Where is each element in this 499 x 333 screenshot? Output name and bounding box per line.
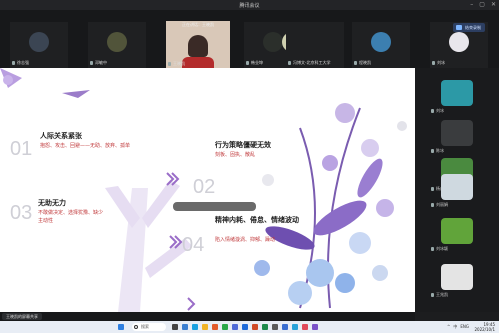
mic-icon — [90, 61, 93, 65]
item-number: 04 — [182, 234, 205, 256]
chevron-icon — [187, 297, 196, 311]
flower — [3, 75, 13, 85]
participant-tile[interactable] — [441, 218, 473, 244]
mic-icon — [12, 61, 15, 65]
active-speaker-tile[interactable]: 正在讲话：王晓凯 王晓凯 — [166, 21, 230, 69]
taskbar: 搜索 ^ 中 ENG 19:45 2022/10/1 — [0, 321, 499, 333]
search-input[interactable]: 搜索 — [132, 323, 166, 331]
participant-tile[interactable]: 程晓凯 — [352, 22, 410, 68]
record-button[interactable]: 结束录制 — [453, 23, 485, 32]
tray-item[interactable]: 中 — [453, 324, 457, 330]
clock-date: 2022/10/1 — [474, 327, 495, 332]
item-body: 抱怨、攻击、回避——无助、放弃、孤单 — [40, 143, 131, 149]
item-title: 行为策略僵硬无效 — [215, 141, 271, 149]
app-icon[interactable] — [292, 324, 298, 330]
item-title: 无助无力 — [38, 199, 66, 207]
item-title: 精神内耗、倦怠、情绪波动 — [215, 216, 299, 224]
search-icon — [134, 325, 138, 329]
mic-icon — [431, 293, 434, 297]
participant-name: 刘冰 — [431, 108, 444, 114]
word-icon[interactable] — [242, 324, 248, 330]
widgets-icon[interactable] — [182, 324, 188, 330]
app-icon[interactable] — [272, 324, 278, 330]
item-body: 陷入情绪漩涡、抑郁、躁动 — [215, 237, 276, 243]
participant-tile[interactable]: 邓敏中 — [88, 22, 146, 68]
powerpoint-icon[interactable] — [252, 324, 258, 330]
participant-name: 冯博文-北京科工大学 — [288, 60, 330, 66]
participant-tile[interactable]: 冯博文-北京科工大学 — [286, 22, 344, 68]
start-icon[interactable] — [118, 324, 124, 330]
participant-tile[interactable] — [441, 264, 473, 290]
avatar — [449, 32, 469, 52]
avatar — [107, 32, 127, 52]
mic-icon — [354, 61, 357, 65]
edge-icon[interactable] — [192, 324, 198, 330]
mic-icon — [288, 61, 291, 65]
flower-bouquet — [254, 103, 407, 309]
task-view-icon[interactable] — [172, 324, 178, 330]
participant-column: 刘冰 陈冰 杨成 刘丽娟 刘冰颖 王兆凯 — [415, 68, 499, 312]
participant-tile[interactable] — [441, 80, 473, 106]
chevron-icon — [166, 172, 180, 186]
participant-name: 刘丽娟 — [431, 202, 448, 208]
item-title: 人际关系紧张 — [40, 132, 82, 140]
overlay-bar — [173, 202, 256, 211]
participant-name: 王兆凯 — [431, 292, 448, 298]
mic-icon — [246, 61, 249, 65]
tray-item[interactable]: ENG — [460, 324, 469, 330]
feather — [62, 90, 90, 98]
window-title: 腾讯会议 — [239, 3, 260, 9]
speaking-label: 正在讲话：王晓凯 — [182, 22, 214, 27]
app-icon[interactable] — [302, 324, 308, 330]
system-tray[interactable]: ^ 中 ENG — [447, 324, 469, 330]
mic-icon — [432, 61, 435, 65]
participant-tile[interactable] — [441, 174, 473, 200]
mic-icon — [168, 62, 171, 66]
participant-name: 刘冰 — [432, 60, 445, 66]
maximize-icon[interactable]: ▢ — [479, 1, 485, 8]
app-icon[interactable] — [312, 324, 318, 330]
status-bar: 王晓凯的屏幕共享 — [0, 312, 415, 321]
record-icon — [456, 25, 462, 30]
item-body: 刻板、固执、散乱 — [215, 152, 256, 158]
window-controls: – ▢ ✕ — [470, 1, 496, 8]
item-number: 02 — [193, 176, 216, 198]
participant-name: 王晓凯 — [168, 61, 185, 67]
title-bar: 腾讯会议 – ▢ ✕ — [0, 0, 499, 10]
participant-strip: 徐志强 邓敏中 正在讲话：王晓凯 王晓凯 韩业坤 冯博文-北京科工大学 程晓凯 … — [0, 10, 499, 69]
close-icon[interactable]: ✕ — [491, 1, 496, 8]
participant-name: 邓敏中 — [90, 60, 107, 66]
meeting-app-icon[interactable] — [282, 324, 288, 330]
participant-name: 韩业坤 — [246, 60, 263, 66]
participant-tile[interactable] — [441, 120, 473, 146]
mic-icon — [431, 109, 434, 113]
tray-item[interactable]: ^ — [447, 324, 450, 330]
item-body: 不敢做决定、选择犹豫、缺少主动性 — [38, 210, 104, 224]
participant-name: 徐志强 — [12, 60, 29, 66]
mic-icon — [431, 187, 434, 191]
excel-icon[interactable] — [262, 324, 268, 330]
item-number: 01 — [10, 138, 33, 160]
minimize-icon[interactable]: – — [470, 1, 473, 8]
avatar — [371, 32, 391, 52]
item-number: 03 — [10, 202, 33, 224]
explorer-icon[interactable] — [202, 324, 208, 330]
screen-share-chip[interactable]: 王晓凯的屏幕共享 — [2, 313, 42, 320]
participant-name: 陈冰 — [431, 148, 444, 154]
mic-icon — [431, 203, 434, 207]
mic-icon — [431, 149, 434, 153]
mic-icon — [431, 247, 434, 251]
participant-tile[interactable]: 徐志强 — [10, 22, 68, 68]
avatar — [29, 32, 49, 52]
shared-screen: 01 人际关系紧张 抱怨、攻击、回避——无助、放弃、孤单 02 行为策略僵硬无效… — [0, 68, 415, 312]
participant-name: 程晓凯 — [354, 60, 371, 66]
clock[interactable]: 19:45 2022/10/1 — [474, 322, 495, 332]
app-icon[interactable] — [232, 324, 238, 330]
chrome-icon[interactable] — [222, 324, 228, 330]
app-icon[interactable] — [212, 324, 218, 330]
speaker-video — [188, 35, 208, 57]
participant-name: 刘冰颖 — [431, 246, 448, 252]
